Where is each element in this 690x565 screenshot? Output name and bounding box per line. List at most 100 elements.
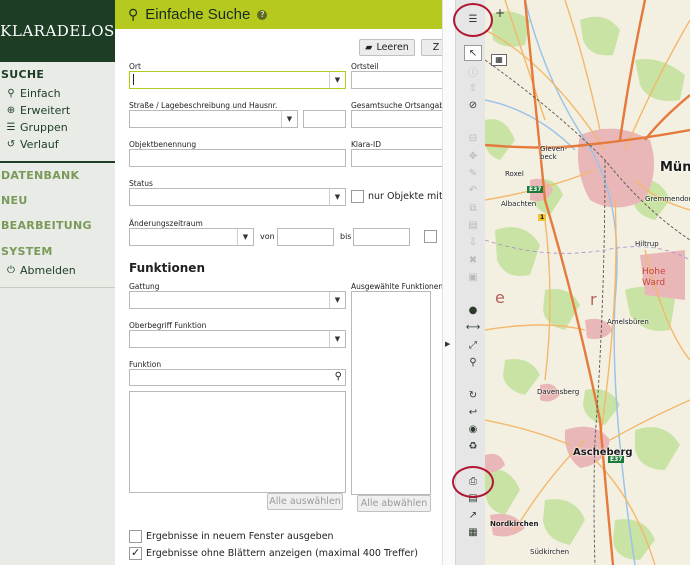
- status-label: Status: [129, 179, 153, 188]
- chevron-down-icon: ▼: [329, 72, 345, 88]
- upload-icon[interactable]: ⇧: [464, 80, 482, 96]
- road-shield: 1: [538, 214, 547, 221]
- alle-abwaehlen-button[interactable]: Alle abwählen: [357, 495, 431, 512]
- search-icon: ⚲: [128, 6, 139, 23]
- gattung-select[interactable]: ▼: [129, 291, 346, 309]
- expand-icon[interactable]: ⤢: [464, 337, 482, 353]
- nav-item-verlauf[interactable]: ↺ Verlauf: [5, 138, 59, 151]
- objektbenennung-input[interactable]: [129, 149, 346, 167]
- list-icon: ☰: [6, 122, 16, 133]
- nav-bearbeitung[interactable]: BEARBEITUNG: [1, 219, 92, 232]
- map-label-hohe-ward: Hohe Ward: [642, 267, 666, 288]
- help-icon[interactable]: ?: [257, 9, 268, 20]
- von-date-input[interactable]: [277, 228, 334, 246]
- search-icon[interactable]: ⚲: [335, 371, 342, 382]
- ausgewaehlte-funktionen-list[interactable]: [351, 291, 431, 495]
- status-select[interactable]: ▼: [129, 188, 346, 206]
- page-title: Einfache Suche: [145, 6, 251, 23]
- ohne-blaettern-checkbox[interactable]: ✓: [129, 546, 142, 560]
- save-icon[interactable]: ▣: [464, 269, 482, 285]
- undo-icon[interactable]: ↶: [464, 182, 482, 198]
- hausnummer-input[interactable]: [303, 110, 346, 128]
- chevron-down-icon: ▼: [329, 189, 345, 205]
- nav-system[interactable]: SYSTEM: [1, 245, 53, 258]
- move-icon[interactable]: ✥: [464, 148, 482, 164]
- collapse-arrow-icon[interactable]: ▶: [445, 340, 450, 348]
- bis-date-input[interactable]: [353, 228, 410, 246]
- nav-suche[interactable]: SUCHE: [1, 68, 44, 81]
- leeren-button[interactable]: ▰ Leeren: [359, 39, 415, 56]
- map-marker-icon[interactable]: ●: [464, 302, 482, 318]
- chevron-down-icon: ▼: [281, 111, 297, 127]
- edit-icon[interactable]: ✎: [464, 165, 482, 181]
- funktion-search-input[interactable]: ⚲: [129, 369, 346, 386]
- nav-item-erweitert[interactable]: ⊕ Erweitert: [5, 104, 70, 117]
- von-label: von: [260, 232, 275, 241]
- bis-label: bis: [340, 232, 352, 241]
- klara-id-input[interactable]: [351, 149, 442, 167]
- aenderungszeitraum-select[interactable]: ▼: [129, 228, 254, 246]
- map-label-muenster: Mün: [660, 160, 690, 175]
- checkmark-icon: ✓: [131, 546, 141, 559]
- nav-datenbank[interactable]: DATENBANK: [1, 169, 79, 182]
- refresh-icon[interactable]: ↻: [464, 387, 482, 403]
- sidebar: KLARADELOS SUCHE ⚲ Einfach ⊕ Erweitert ☰ Gr…: [0, 0, 115, 565]
- info-icon[interactable]: ⓘ: [464, 63, 482, 79]
- map-label-roxel: Roxel: [505, 170, 524, 178]
- map-label-amelsbueren: Amelsbüren: [607, 318, 649, 326]
- motorway-shield: E37: [608, 456, 625, 463]
- chevron-down-icon: ▼: [329, 292, 345, 308]
- nav-item-abmelden[interactable]: ⏻ Abmelden: [5, 264, 76, 277]
- map-label-gremmendorf: Gremmendorf: [645, 195, 690, 203]
- map-region-letter: e: [495, 288, 505, 307]
- neues-fenster-checkbox[interactable]: [129, 530, 142, 543]
- back-icon[interactable]: ↩: [464, 404, 482, 420]
- funktion-list[interactable]: [129, 391, 346, 493]
- app-logo[interactable]: KLARADELOS: [0, 0, 115, 62]
- recycle-icon[interactable]: ♻: [464, 438, 482, 454]
- funktionen-heading: Funktionen: [129, 261, 205, 275]
- map-label-nordkirchen: Nordkirchen: [490, 520, 539, 528]
- strasse-select[interactable]: ▼: [129, 110, 298, 128]
- download-icon[interactable]: ⇩: [464, 234, 482, 250]
- ort-label: Ort: [129, 62, 141, 71]
- zoom-in-button[interactable]: +: [493, 6, 507, 20]
- aenderungszeitraum-label: Änderungszeitraum: [129, 219, 203, 228]
- ohne-blaettern-label: Ergebnisse ohne Blättern anzeigen (maxim…: [146, 548, 418, 559]
- ortsteil-input[interactable]: [351, 71, 442, 89]
- search-plus-icon: ⊕: [6, 105, 16, 116]
- oberbegriff-select[interactable]: ▼: [129, 330, 346, 348]
- zoom-icon[interactable]: ⚲: [464, 354, 482, 370]
- ausgewaehlte-label: Ausgewählte Funktionen: [351, 282, 442, 291]
- map-region-letter: r: [590, 290, 597, 309]
- highlight-ring: [452, 466, 494, 498]
- map-label-davensberg: Davensberg: [537, 388, 580, 396]
- pointer-icon[interactable]: ↖: [464, 45, 482, 61]
- paste-icon[interactable]: ▤: [464, 217, 482, 233]
- external-link-icon[interactable]: ↗: [464, 507, 482, 523]
- table-icon[interactable]: ▦: [464, 524, 482, 540]
- nav-neu[interactable]: NEU: [1, 194, 28, 207]
- gesamtsuche-input[interactable]: [351, 110, 442, 128]
- delete-icon[interactable]: ✖: [464, 252, 482, 268]
- chevron-down-icon: ▼: [237, 229, 253, 245]
- nur-objekte-checkbox[interactable]: [351, 190, 364, 203]
- zeitraum-checkbox[interactable]: [424, 230, 437, 243]
- nav-item-gruppen[interactable]: ☰ Gruppen: [5, 121, 68, 134]
- copy-icon[interactable]: ⧉: [464, 200, 482, 216]
- z-button[interactable]: Z: [421, 39, 442, 56]
- minus-icon[interactable]: ⊟: [464, 130, 482, 146]
- measure-icon[interactable]: ⟷: [464, 319, 482, 335]
- alle-auswaehlen-button[interactable]: Alle auswählen: [267, 493, 343, 510]
- ortsteil-label: Ortsteil: [351, 62, 379, 71]
- eye-icon[interactable]: ◉: [464, 421, 482, 437]
- power-icon: ⏻: [7, 265, 15, 276]
- funktion-label: Funktion: [129, 360, 162, 369]
- ort-select[interactable]: ▼: [129, 71, 346, 89]
- map-layers-icon[interactable]: ▦: [491, 54, 507, 66]
- map-view[interactable]: Mün Ascheberg Nordkirchen Südkirchen Hoh…: [485, 0, 690, 565]
- ban-icon[interactable]: ⊘: [464, 97, 482, 113]
- oberbegriff-label: Oberbegriff Funktion: [129, 321, 207, 330]
- gesamtsuche-label: Gesamtsuche Ortsangab: [351, 101, 442, 110]
- nav-item-einfach[interactable]: ⚲ Einfach: [5, 87, 60, 100]
